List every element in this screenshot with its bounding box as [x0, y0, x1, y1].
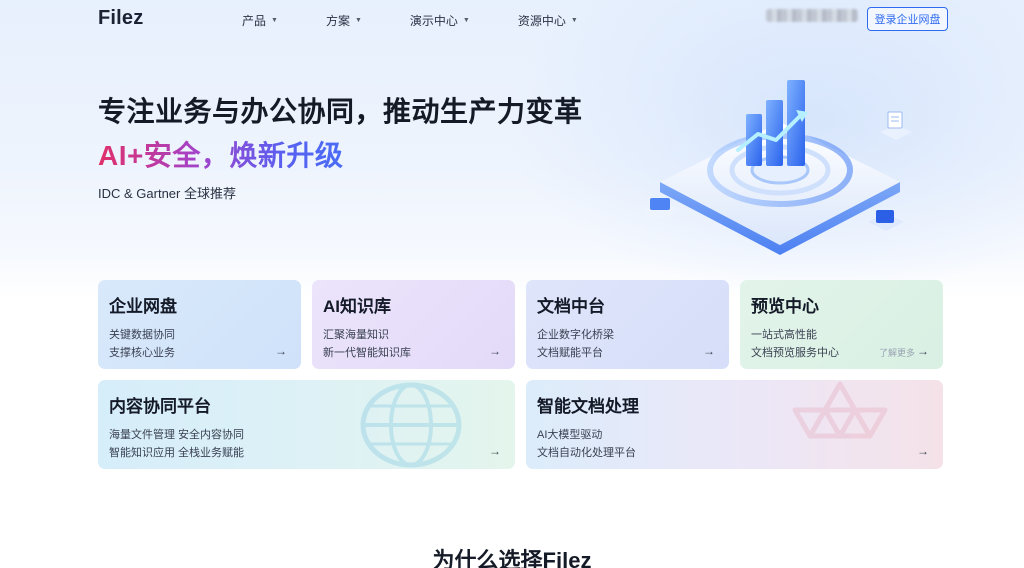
- card-ai-knowledge-base[interactable]: AI知识库 汇聚海量知识 新一代智能知识库 →: [312, 280, 515, 369]
- nav-resource-center-label: 资源中心: [517, 14, 566, 28]
- chevron-down-icon: ▼: [271, 17, 278, 24]
- nav-demo-center[interactable]: 演示中心 ▼: [410, 12, 470, 29]
- card-line-1: 汇聚海量知识: [323, 329, 389, 341]
- main-nav: 产品 ▼ 方案 ▼ 演示中心 ▼ 资源中心 ▼: [242, 12, 578, 29]
- hero-subtitle: AI+安全，焕新升级: [98, 134, 343, 174]
- learn-more-link[interactable]: 了解更多: [879, 346, 915, 359]
- card-line-2: 文档自动化处理平台: [537, 447, 636, 459]
- card-title: 内容协同平台: [109, 397, 211, 416]
- arrow-right-icon[interactable]: →: [703, 344, 715, 358]
- card-line-2: 文档预览服务中心: [751, 347, 839, 359]
- card-line-1: AI大模型驱动: [537, 429, 603, 441]
- chevron-down-icon: ▼: [462, 17, 470, 24]
- section-title-why-filez: 为什么选择Filez: [432, 548, 592, 568]
- nav-resource-center[interactable]: 资源中心 ▼: [518, 12, 578, 29]
- arrow-right-icon[interactable]: →: [489, 444, 501, 458]
- card-content-collaboration[interactable]: 内容协同平台 海量文件管理 安全内容协同 智能知识应用 全栈业务赋能 →: [98, 380, 515, 469]
- filez-logo[interactable]: Filez: [98, 7, 143, 30]
- nav-solutions-label: 方案: [325, 14, 350, 28]
- hero-note: IDC & Gartner 全球推荐: [98, 186, 236, 201]
- globe-decoration-icon: [360, 382, 462, 468]
- card-document-platform[interactable]: 文档中台 企业数字化桥梁 文档赋能平台 →: [526, 280, 729, 369]
- hero-illustration: [640, 80, 912, 255]
- triangle-lattice-decoration-icon: [792, 381, 888, 439]
- card-line-1: 海量文件管理 安全内容协同: [109, 429, 245, 441]
- login-enterprise-drive-button[interactable]: 登录企业网盘: [867, 7, 948, 31]
- card-title: 文档中台: [537, 297, 605, 316]
- arrow-right-icon[interactable]: →: [917, 444, 929, 458]
- nav-demo-center-label: 演示中心: [409, 14, 458, 28]
- card-title: AI知识库: [323, 297, 391, 316]
- card-line-2: 文档赋能平台: [537, 347, 603, 359]
- card-line-2: 新一代智能知识库: [323, 347, 411, 359]
- arrow-right-icon[interactable]: →: [275, 344, 287, 358]
- chevron-down-icon: ▼: [570, 17, 578, 24]
- nav-products[interactable]: 产品 ▼: [242, 12, 278, 29]
- card-title: 智能文档处理: [537, 397, 639, 416]
- blurred-user-info: [766, 9, 858, 22]
- card-line-2: 支撑核心业务: [109, 347, 175, 359]
- card-enterprise-drive[interactable]: 企业网盘 关键数据协同 支撑核心业务 →: [98, 280, 301, 369]
- card-intelligent-document-processing[interactable]: 智能文档处理 AI大模型驱动 文档自动化处理平台 →: [526, 380, 943, 469]
- card-line-1: 关键数据协同: [109, 329, 175, 341]
- chevron-down-icon: ▼: [354, 17, 362, 24]
- card-line-2: 智能知识应用 全栈业务赋能: [109, 447, 245, 459]
- hero-title: 专注业务与办公协同，推动生产力变革: [98, 96, 583, 127]
- nav-products-label: 产品: [242, 14, 267, 28]
- card-line-1: 一站式高性能: [751, 329, 817, 341]
- arrow-right-icon[interactable]: →: [917, 344, 929, 358]
- card-title: 企业网盘: [109, 297, 177, 316]
- card-line-1: 企业数字化桥梁: [537, 329, 614, 341]
- card-preview-center[interactable]: 预览中心 一站式高性能 文档预览服务中心 了解更多 →: [740, 280, 943, 369]
- nav-solutions[interactable]: 方案 ▼: [326, 12, 362, 29]
- top-navbar: Filez 产品 ▼ 方案 ▼ 演示中心 ▼ 资源中心 ▼ 登录企业网盘: [0, 0, 1024, 38]
- arrow-right-icon[interactable]: →: [489, 344, 501, 358]
- card-title: 预览中心: [751, 297, 819, 316]
